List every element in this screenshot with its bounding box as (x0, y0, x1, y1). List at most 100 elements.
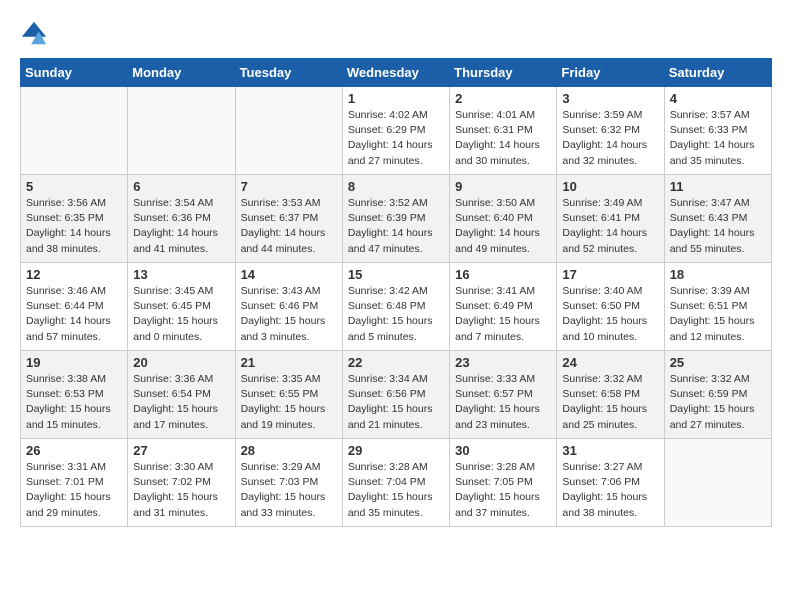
header-cell-monday: Monday (128, 59, 235, 87)
day-cell: 24 Sunrise: 3:32 AM Sunset: 6:58 PM Dayli… (557, 351, 664, 439)
day-number: 17 (562, 267, 658, 282)
day-number: 26 (26, 443, 122, 458)
day-number: 2 (455, 91, 551, 106)
day-number: 3 (562, 91, 658, 106)
day-cell: 18 Sunrise: 3:39 AM Sunset: 6:51 PM Dayli… (664, 263, 771, 351)
day-info: Sunrise: 3:29 AM Sunset: 7:03 PM Dayligh… (241, 460, 337, 521)
day-cell: 10 Sunrise: 3:49 AM Sunset: 6:41 PM Dayli… (557, 175, 664, 263)
day-cell: 17 Sunrise: 3:40 AM Sunset: 6:50 PM Dayli… (557, 263, 664, 351)
day-info: Sunrise: 3:28 AM Sunset: 7:04 PM Dayligh… (348, 460, 444, 521)
day-cell: 27Sunrise: 3:30 AM Sunset: 7:02 PM Dayli… (128, 439, 235, 527)
day-info: Sunrise: 4:02 AM Sunset: 6:29 PM Dayligh… (348, 108, 444, 169)
day-info: Sunrise: 3:27 AM Sunset: 7:06 PM Dayligh… (562, 460, 658, 521)
day-info: Sunrise: 3:42 AM Sunset: 6:48 PM Dayligh… (348, 284, 444, 345)
day-number: 20 (133, 355, 229, 370)
day-number: 19 (26, 355, 122, 370)
day-number: 11 (670, 179, 766, 194)
day-number: 29 (348, 443, 444, 458)
day-info: Sunrise: 3:39 AM Sunset: 6:51 PM Dayligh… (670, 284, 766, 345)
day-cell (664, 439, 771, 527)
day-number: 5 (26, 179, 122, 194)
day-cell: 13 Sunrise: 3:45 AM Sunset: 6:45 PM Dayli… (128, 263, 235, 351)
day-info: Sunrise: 3:28 AM Sunset: 7:05 PM Dayligh… (455, 460, 551, 521)
day-cell: 22 Sunrise: 3:34 AM Sunset: 6:56 PM Dayli… (342, 351, 449, 439)
day-number: 25 (670, 355, 766, 370)
week-row-5: 26 Sunrise: 3:31 AM Sunset: 7:01 PM Dayli… (21, 439, 772, 527)
day-number: 21 (241, 355, 337, 370)
day-number: 23 (455, 355, 551, 370)
header-cell-wednesday: Wednesday (342, 59, 449, 87)
calendar-table: SundayMondayTuesdayWednesdayThursdayFrid… (20, 58, 772, 527)
day-info: Sunrise: 3:33 AM Sunset: 6:57 PM Dayligh… (455, 372, 551, 433)
day-info: Sunrise: 3:49 AM Sunset: 6:41 PM Dayligh… (562, 196, 658, 257)
day-cell: 23 Sunrise: 3:33 AM Sunset: 6:57 PM Dayli… (450, 351, 557, 439)
week-row-2: 5 Sunrise: 3:56 AM Sunset: 6:35 PM Daylig… (21, 175, 772, 263)
header-cell-thursday: Thursday (450, 59, 557, 87)
day-number: 6 (133, 179, 229, 194)
day-cell: 19 Sunrise: 3:38 AM Sunset: 6:53 PM Dayli… (21, 351, 128, 439)
day-number: 18 (670, 267, 766, 282)
day-cell: 12 Sunrise: 3:46 AM Sunset: 6:44 PM Dayli… (21, 263, 128, 351)
day-info: Sunrise: 3:52 AM Sunset: 6:39 PM Dayligh… (348, 196, 444, 257)
day-cell: 25Sunrise: 3:32 AM Sunset: 6:59 PM Dayli… (664, 351, 771, 439)
day-cell: 21 Sunrise: 3:35 AM Sunset: 6:55 PM Dayli… (235, 351, 342, 439)
day-info: Sunrise: 3:56 AM Sunset: 6:35 PM Dayligh… (26, 196, 122, 257)
header-cell-sunday: Sunday (21, 59, 128, 87)
day-info: Sunrise: 3:32 AM Sunset: 6:58 PM Dayligh… (562, 372, 658, 433)
day-number: 1 (348, 91, 444, 106)
day-cell: 11 Sunrise: 3:47 AM Sunset: 6:43 PM Dayli… (664, 175, 771, 263)
day-number: 16 (455, 267, 551, 282)
day-cell (21, 87, 128, 175)
day-cell: 28 Sunrise: 3:29 AM Sunset: 7:03 PM Dayli… (235, 439, 342, 527)
day-info: Sunrise: 3:34 AM Sunset: 6:56 PM Dayligh… (348, 372, 444, 433)
day-number: 10 (562, 179, 658, 194)
header-cell-saturday: Saturday (664, 59, 771, 87)
day-number: 15 (348, 267, 444, 282)
day-info: Sunrise: 3:45 AM Sunset: 6:45 PM Dayligh… (133, 284, 229, 345)
day-cell: 31 Sunrise: 3:27 AM Sunset: 7:06 PM Dayli… (557, 439, 664, 527)
day-number: 31 (562, 443, 658, 458)
day-number: 28 (241, 443, 337, 458)
day-number: 22 (348, 355, 444, 370)
day-cell: 15 Sunrise: 3:42 AM Sunset: 6:48 PM Dayli… (342, 263, 449, 351)
day-cell: 16 Sunrise: 3:41 AM Sunset: 6:49 PM Dayli… (450, 263, 557, 351)
header-row: SundayMondayTuesdayWednesdayThursdayFrid… (21, 59, 772, 87)
header-cell-tuesday: Tuesday (235, 59, 342, 87)
week-row-3: 12 Sunrise: 3:46 AM Sunset: 6:44 PM Dayli… (21, 263, 772, 351)
day-cell: 30 Sunrise: 3:28 AM Sunset: 7:05 PM Dayli… (450, 439, 557, 527)
day-cell: 14Sunrise: 3:43 AM Sunset: 6:46 PM Dayli… (235, 263, 342, 351)
day-cell (235, 87, 342, 175)
day-info: Sunrise: 3:46 AM Sunset: 6:44 PM Dayligh… (26, 284, 122, 345)
day-cell: 26 Sunrise: 3:31 AM Sunset: 7:01 PM Dayli… (21, 439, 128, 527)
day-cell: 1 Sunrise: 4:02 AM Sunset: 6:29 PM Daylig… (342, 87, 449, 175)
day-info: Sunrise: 3:54 AM Sunset: 6:36 PM Dayligh… (133, 196, 229, 257)
day-cell: 5 Sunrise: 3:56 AM Sunset: 6:35 PM Daylig… (21, 175, 128, 263)
logo (20, 20, 52, 48)
day-number: 24 (562, 355, 658, 370)
day-number: 14 (241, 267, 337, 282)
day-info: Sunrise: 3:57 AM Sunset: 6:33 PM Dayligh… (670, 108, 766, 169)
day-cell (128, 87, 235, 175)
week-row-4: 19 Sunrise: 3:38 AM Sunset: 6:53 PM Dayli… (21, 351, 772, 439)
day-info: Sunrise: 3:41 AM Sunset: 6:49 PM Dayligh… (455, 284, 551, 345)
day-number: 30 (455, 443, 551, 458)
day-number: 4 (670, 91, 766, 106)
day-cell: 2 Sunrise: 4:01 AM Sunset: 6:31 PM Daylig… (450, 87, 557, 175)
day-info: Sunrise: 3:38 AM Sunset: 6:53 PM Dayligh… (26, 372, 122, 433)
day-number: 12 (26, 267, 122, 282)
day-info: Sunrise: 3:47 AM Sunset: 6:43 PM Dayligh… (670, 196, 766, 257)
day-info: Sunrise: 3:50 AM Sunset: 6:40 PM Dayligh… (455, 196, 551, 257)
header-cell-friday: Friday (557, 59, 664, 87)
day-cell: 3Sunrise: 3:59 AM Sunset: 6:32 PM Daylig… (557, 87, 664, 175)
day-number: 9 (455, 179, 551, 194)
day-info: Sunrise: 4:01 AM Sunset: 6:31 PM Dayligh… (455, 108, 551, 169)
day-info: Sunrise: 3:31 AM Sunset: 7:01 PM Dayligh… (26, 460, 122, 521)
day-info: Sunrise: 3:35 AM Sunset: 6:55 PM Dayligh… (241, 372, 337, 433)
day-info: Sunrise: 3:30 AM Sunset: 7:02 PM Dayligh… (133, 460, 229, 521)
day-cell: 29 Sunrise: 3:28 AM Sunset: 7:04 PM Dayli… (342, 439, 449, 527)
day-info: Sunrise: 3:40 AM Sunset: 6:50 PM Dayligh… (562, 284, 658, 345)
day-number: 13 (133, 267, 229, 282)
day-cell: 7Sunrise: 3:53 AM Sunset: 6:37 PM Daylig… (235, 175, 342, 263)
day-cell: 6 Sunrise: 3:54 AM Sunset: 6:36 PM Daylig… (128, 175, 235, 263)
page-header (20, 20, 772, 48)
